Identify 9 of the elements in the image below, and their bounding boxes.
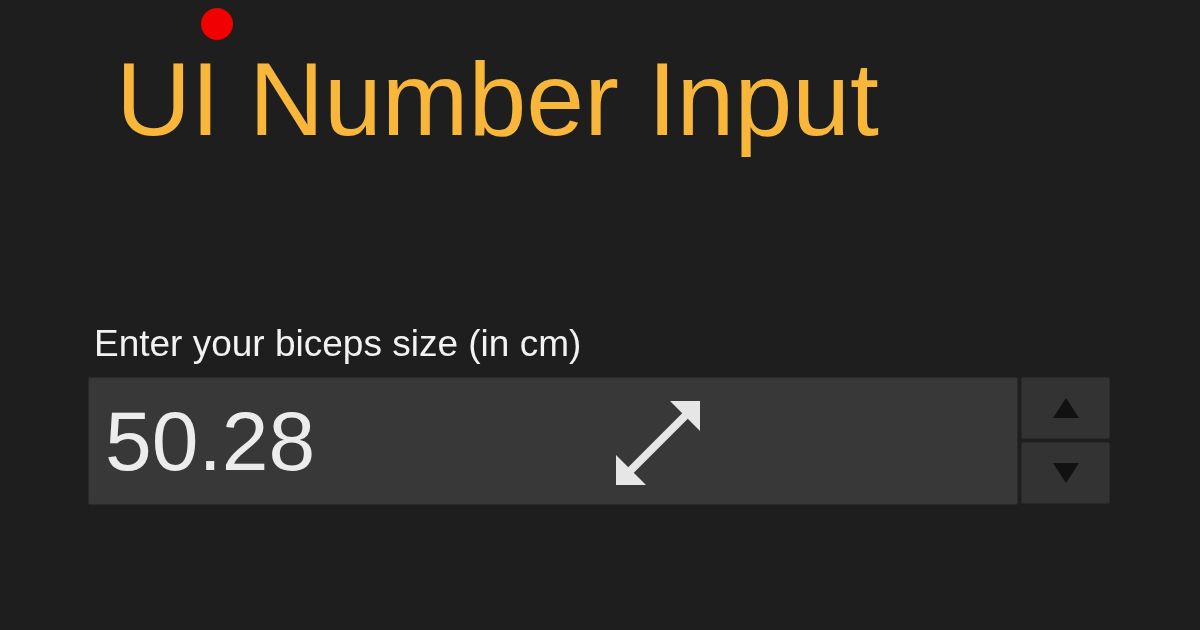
field-label: Enter your biceps size (in cm) [94,321,582,366]
resize-icon [616,401,700,486]
dot-icon [201,8,233,40]
page-title: UI Number Input [116,40,879,159]
down-triangle-icon [1052,463,1079,484]
number-input-field[interactable]: 50.28 [88,377,1018,506]
up-triangle-icon [1052,398,1079,419]
decrement-button[interactable] [1021,442,1110,505]
increment-button[interactable] [1021,377,1110,440]
